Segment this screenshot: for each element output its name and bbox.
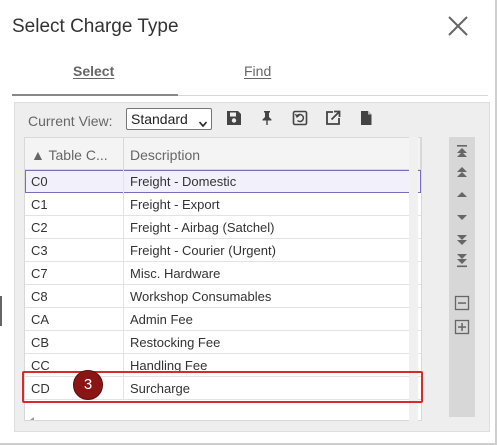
scroll-left-icon[interactable]: [29, 410, 35, 420]
last-page-icon[interactable]: [454, 253, 470, 269]
save-icon[interactable]: [226, 110, 242, 126]
restore-icon[interactable]: [292, 110, 308, 126]
column-header-description[interactable]: Description: [124, 138, 421, 170]
tab-find-label: Find: [244, 63, 272, 79]
step-number-badge: 3: [73, 370, 103, 400]
pin-icon[interactable]: [259, 110, 275, 126]
export-icon[interactable]: [325, 110, 341, 126]
tab-bar: Select Find: [0, 55, 497, 97]
cell-table-code: CB: [25, 331, 124, 354]
cell-description: Freight - Export: [130, 197, 220, 212]
cell-table-code: C2: [25, 216, 124, 239]
grid-header: ▲ Table C... Description: [25, 138, 421, 170]
current-view-value: Standard: [131, 111, 188, 127]
active-tab-indicator: [12, 94, 178, 96]
cell-description: Misc. Hardware: [130, 266, 221, 281]
close-icon[interactable]: [446, 14, 470, 38]
cell-description: Admin Fee: [130, 312, 193, 327]
tab-divider: [178, 95, 488, 96]
page-down-icon[interactable]: [454, 231, 470, 247]
dialog-title: Select Charge Type: [12, 16, 179, 37]
chevron-down-icon: [198, 115, 208, 128]
cell-table-code: C0: [25, 170, 124, 193]
current-view-label: Current View:: [28, 113, 113, 129]
cell-description: Freight - Airbag (Satchel): [130, 220, 275, 235]
select-charge-type-dialog: Select Charge Type Select Find Current V…: [0, 0, 497, 445]
cell-description: Surcharge: [130, 381, 190, 396]
cell-description: Handling Fee: [130, 358, 208, 373]
next-row-icon[interactable]: [454, 209, 470, 225]
tab-select-label: Select: [73, 63, 115, 79]
window-edge-marker: [0, 296, 2, 326]
expand-icon[interactable]: [454, 319, 470, 335]
cell-description: Freight - Courier (Urgent): [130, 243, 276, 258]
current-view-select[interactable]: Standard: [126, 108, 212, 130]
table-row[interactable]: C3 Freight - Courier (Urgent): [25, 239, 421, 262]
table-row[interactable]: C1 Freight - Export: [25, 193, 421, 216]
collapse-icon[interactable]: [454, 295, 470, 311]
vertical-scrollbar[interactable]: [409, 137, 418, 421]
cell-table-code: C7: [25, 262, 124, 285]
tab-find[interactable]: Find: [244, 63, 271, 79]
cell-description: Workshop Consumables: [130, 289, 272, 304]
horizontal-scrollbar[interactable]: [25, 406, 421, 420]
page-up-icon[interactable]: [454, 165, 470, 181]
table-row[interactable]: C8 Workshop Consumables: [25, 285, 421, 308]
cell-table-code: C8: [25, 285, 124, 308]
cell-table-code: C3: [25, 239, 124, 262]
cell-description: Restocking Fee: [130, 335, 221, 350]
table-row[interactable]: CA Admin Fee: [25, 308, 421, 331]
document-icon[interactable]: [358, 110, 374, 126]
tab-select[interactable]: Select: [73, 63, 114, 79]
table-row[interactable]: C7 Misc. Hardware: [25, 262, 421, 285]
first-page-icon[interactable]: [454, 143, 470, 159]
cell-table-code: CC: [25, 354, 124, 377]
cell-table-code: C1: [25, 193, 124, 216]
cell-table-code: CA: [25, 308, 124, 331]
column-header-table-code[interactable]: ▲ Table C...: [25, 138, 124, 170]
table-row[interactable]: C0 Freight - Domestic: [25, 170, 421, 193]
grid-body: C0 Freight - Domestic C1 Freight - Export C2…: [25, 170, 421, 400]
cell-description: Freight - Domestic: [130, 174, 237, 189]
previous-row-icon[interactable]: [454, 187, 470, 203]
record-navigation-bar: [449, 137, 475, 417]
table-row[interactable]: CB Restocking Fee: [25, 331, 421, 354]
table-row[interactable]: C2 Freight - Airbag (Satchel): [25, 216, 421, 239]
